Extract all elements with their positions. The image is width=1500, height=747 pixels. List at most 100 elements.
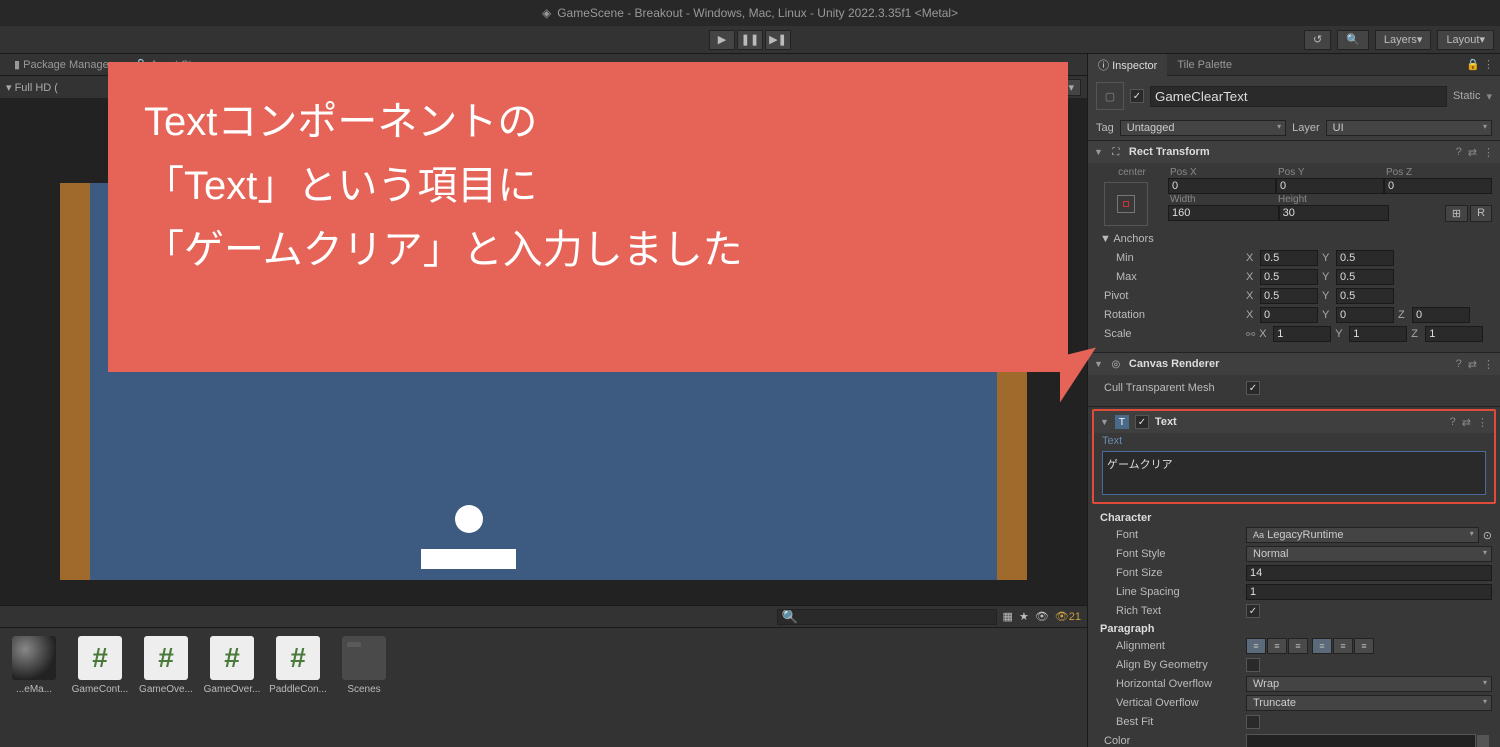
scale-y[interactable] bbox=[1349, 326, 1407, 342]
anchor-max-x[interactable] bbox=[1260, 269, 1318, 285]
pivot-x[interactable] bbox=[1260, 288, 1318, 304]
rect-transform-header[interactable]: ▼ ⛶ Rect Transform ?⇄⋮ bbox=[1088, 141, 1500, 163]
package-manager-tab[interactable]: ▮ Package Manager bbox=[4, 55, 122, 74]
cull-checkbox[interactable]: ✓ bbox=[1246, 381, 1260, 395]
asset-item[interactable]: #GameOve... bbox=[140, 636, 192, 739]
tag-label: Tag bbox=[1096, 122, 1114, 134]
color-field[interactable] bbox=[1246, 734, 1476, 747]
console-search-input[interactable] bbox=[777, 609, 997, 625]
preset-icon[interactable]: ⇄ bbox=[1468, 146, 1477, 159]
lock-icon[interactable]: 🔒 ⋮ bbox=[1460, 58, 1500, 71]
pause-button[interactable]: ❚❚ bbox=[737, 30, 763, 50]
title-bar: ◈ GameScene - Breakout - Windows, Mac, L… bbox=[0, 0, 1500, 26]
rot-y[interactable] bbox=[1336, 307, 1394, 323]
layers-dropdown[interactable]: Layers ▾ bbox=[1375, 30, 1432, 50]
canvas-renderer-header[interactable]: ▼ ◎ Canvas Renderer ?⇄⋮ bbox=[1088, 353, 1500, 375]
annotation-callout: Textコンポーネントの 「Text」という項目に 「ゲームクリア」と入力しまし… bbox=[108, 62, 1068, 372]
foldout-icon: ▼ bbox=[1094, 147, 1103, 157]
hidden-icon[interactable]: 👁 bbox=[1035, 610, 1049, 623]
search-button[interactable]: 🔍 bbox=[1337, 30, 1369, 50]
resolution-dropdown[interactable]: ▾ Full HD ( bbox=[6, 81, 58, 94]
play-button[interactable]: ▶ bbox=[709, 30, 735, 50]
align-right-button[interactable]: ≡ bbox=[1288, 638, 1308, 654]
preset-icon[interactable]: ⇄ bbox=[1468, 358, 1477, 371]
align-geometry-checkbox[interactable] bbox=[1246, 658, 1260, 672]
favorite-icon[interactable]: ★ bbox=[1019, 610, 1029, 623]
preset-icon[interactable]: ⇄ bbox=[1462, 416, 1471, 429]
v-overflow-dropdown[interactable]: Truncate bbox=[1246, 695, 1492, 711]
anchors-foldout[interactable]: ▼ Anchors bbox=[1096, 233, 1246, 245]
annotation-pointer bbox=[1060, 348, 1096, 403]
layer-label: Layer bbox=[1292, 122, 1320, 134]
rot-x[interactable] bbox=[1260, 307, 1318, 323]
h-overflow-dropdown[interactable]: Wrap bbox=[1246, 676, 1492, 692]
scale-x[interactable] bbox=[1273, 326, 1331, 342]
asset-item[interactable]: #PaddleCon... bbox=[272, 636, 324, 739]
pos-z-input[interactable] bbox=[1384, 178, 1492, 194]
help-icon[interactable]: ? bbox=[1456, 146, 1462, 159]
menu-icon[interactable]: ⋮ bbox=[1483, 358, 1494, 371]
asset-item[interactable]: #GameCont... bbox=[74, 636, 126, 739]
align-top-button[interactable]: ≡ bbox=[1312, 638, 1332, 654]
height-input[interactable] bbox=[1279, 205, 1390, 221]
csharp-icon: # bbox=[78, 636, 122, 680]
width-input[interactable] bbox=[1168, 205, 1279, 221]
text-property-label: Text bbox=[1094, 433, 1494, 447]
tag-dropdown[interactable]: Untagged bbox=[1120, 120, 1286, 136]
menu-icon[interactable]: ⋮ bbox=[1477, 416, 1488, 429]
layer-dropdown[interactable]: UI bbox=[1326, 120, 1492, 136]
filter-icon[interactable]: ▦ bbox=[1003, 610, 1013, 623]
console-bar: ▦ ★ 👁 👁21 bbox=[0, 605, 1087, 627]
align-middle-button[interactable]: ≡ bbox=[1333, 638, 1353, 654]
canvas-renderer-icon: ◎ bbox=[1109, 357, 1123, 371]
blueprint-button[interactable]: ⊞ bbox=[1445, 205, 1468, 222]
font-style-dropdown[interactable]: Normal bbox=[1246, 546, 1492, 562]
tile-palette-tab[interactable]: Tile Palette bbox=[1167, 56, 1242, 74]
constrain-icon[interactable]: ⚯ bbox=[1246, 328, 1255, 341]
best-fit-checkbox[interactable] bbox=[1246, 715, 1260, 729]
scale-z[interactable] bbox=[1425, 326, 1483, 342]
anchor-min-y[interactable] bbox=[1336, 250, 1394, 266]
asset-item[interactable]: Scenes bbox=[338, 636, 390, 739]
static-dropdown[interactable]: ▾ bbox=[1486, 90, 1492, 103]
object-picker-icon[interactable]: ⊙ bbox=[1483, 529, 1492, 542]
active-checkbox[interactable]: ✓ bbox=[1130, 89, 1144, 103]
layout-dropdown[interactable]: Layout ▾ bbox=[1437, 30, 1494, 50]
asset-item[interactable]: ...eMa... bbox=[8, 636, 60, 739]
asset-item[interactable]: #GameOver... bbox=[206, 636, 258, 739]
font-field[interactable]: Aa LegacyRuntime bbox=[1246, 527, 1479, 543]
inspector-tab[interactable]: ⓘ Inspector bbox=[1088, 54, 1167, 76]
align-left-button[interactable]: ≡ bbox=[1246, 638, 1266, 654]
gameobject-name-input[interactable] bbox=[1150, 86, 1447, 107]
step-button[interactable]: ▶❚ bbox=[765, 30, 791, 50]
text-component: ▼ T ✓ Text ?⇄⋮ Text ゲームクリア Character Fon… bbox=[1088, 406, 1500, 747]
align-center-button[interactable]: ≡ bbox=[1267, 638, 1287, 654]
rich-text-checkbox[interactable]: ✓ bbox=[1246, 604, 1260, 618]
pos-y-input[interactable] bbox=[1276, 178, 1384, 194]
help-icon[interactable]: ? bbox=[1456, 358, 1462, 371]
text-input[interactable]: ゲームクリア bbox=[1102, 451, 1486, 495]
line-spacing-input[interactable] bbox=[1246, 584, 1492, 600]
raw-edit-button[interactable]: R bbox=[1470, 205, 1492, 222]
help-icon[interactable]: ? bbox=[1450, 416, 1456, 429]
ball bbox=[455, 505, 483, 533]
csharp-icon: # bbox=[276, 636, 320, 680]
font-size-input[interactable] bbox=[1246, 565, 1492, 581]
undo-history-button[interactable]: ↺ bbox=[1304, 30, 1331, 50]
menu-icon[interactable]: ⋮ bbox=[1483, 146, 1494, 159]
text-icon: T bbox=[1115, 415, 1129, 429]
text-enabled-checkbox[interactable]: ✓ bbox=[1135, 415, 1149, 429]
text-component-header[interactable]: ▼ T ✓ Text ?⇄⋮ bbox=[1094, 411, 1494, 433]
warning-count[interactable]: 👁21 bbox=[1055, 610, 1081, 623]
pivot-y[interactable] bbox=[1336, 288, 1394, 304]
assets-panel: ...eMa... #GameCont... #GameOve... #Game… bbox=[0, 627, 1087, 747]
paddle bbox=[421, 549, 516, 569]
gameobject-icon[interactable]: ▢ bbox=[1096, 82, 1124, 110]
rot-z[interactable] bbox=[1412, 307, 1470, 323]
align-bottom-button[interactable]: ≡ bbox=[1354, 638, 1374, 654]
anchor-min-x[interactable] bbox=[1260, 250, 1318, 266]
anchor-preset-button[interactable] bbox=[1104, 182, 1148, 226]
pos-x-input[interactable] bbox=[1168, 178, 1276, 194]
character-section: Character bbox=[1096, 510, 1492, 526]
anchor-max-y[interactable] bbox=[1336, 269, 1394, 285]
